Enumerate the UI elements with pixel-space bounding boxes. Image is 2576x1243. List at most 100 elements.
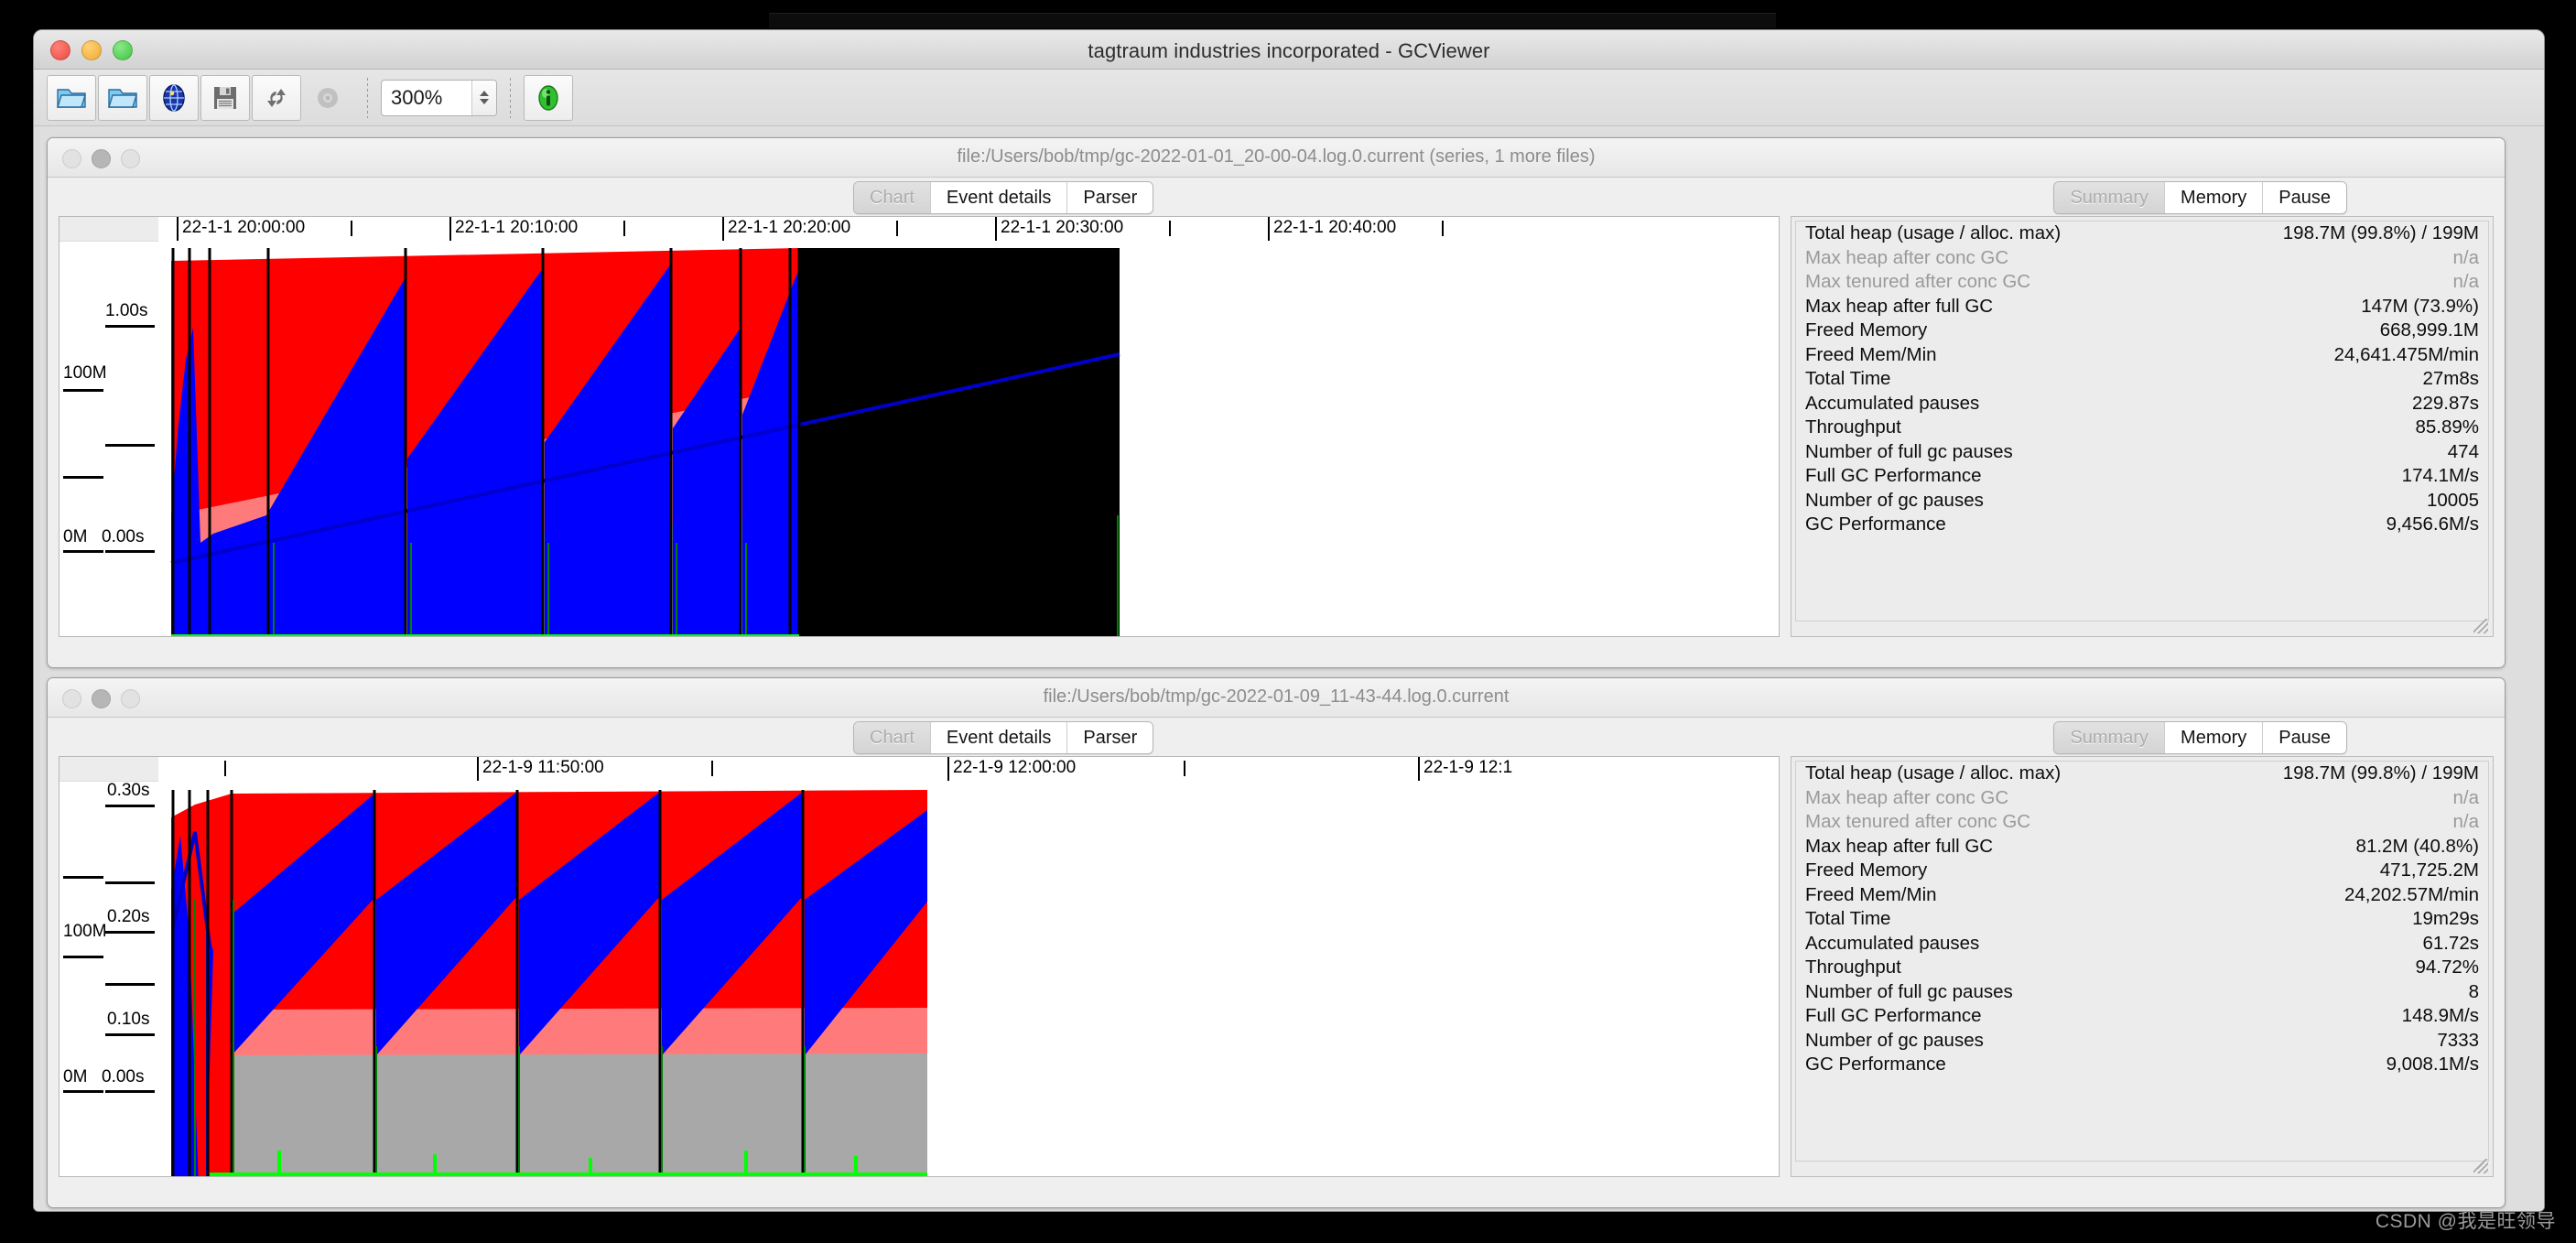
- y-label-100m: 100M: [63, 922, 107, 941]
- summary-row: Total heap (usage / alloc. max) 198.7M (9…: [1796, 762, 2488, 786]
- panel-2-titlebar: file:/Users/bob/tmp/gc-2022-01-09_11-43-…: [48, 678, 2505, 718]
- resize-grip[interactable]: [2473, 619, 2488, 633]
- summary-key: Freed Memory: [1805, 859, 1928, 881]
- mdi-desktop: file:/Users/bob/tmp/gc-2022-01-01_20-00-…: [34, 126, 2544, 1211]
- x-label: 22-1-1 20:00:00: [182, 218, 306, 237]
- tab-parser[interactable]: Parser: [1067, 722, 1153, 753]
- y-tick: [63, 389, 103, 392]
- y-tick: [105, 325, 155, 328]
- summary-key: Full GC Performance: [1805, 1005, 1982, 1026]
- summary-key: Throughput: [1805, 957, 1901, 978]
- summary-key: GC Performance: [1805, 513, 1946, 535]
- panel-1-summary[interactable]: Total heap (usage / alloc. max) 198.7M (9…: [1791, 216, 2494, 637]
- tab-memory[interactable]: Memory: [2165, 722, 2264, 753]
- summary-row: Total Time 27m8s: [1796, 367, 2488, 392]
- open-file-button[interactable]: [47, 74, 96, 121]
- panel-2-chart[interactable]: 100M 0M 0.30s 0.20s 0.10s 0.00s 22-1-9 1…: [59, 756, 1780, 1177]
- panel-2-info-tabs: Summary Memory Pause: [2053, 721, 2347, 754]
- tab-event-details[interactable]: Event details: [930, 722, 1068, 753]
- summary-value: 27m8s: [2422, 368, 2479, 389]
- panel-1-info-tabs: Summary Memory Pause: [2053, 181, 2347, 214]
- summary-row: Freed Mem/Min 24,202.57M/min: [1796, 883, 2488, 908]
- summary-row: Number of gc pauses 7333: [1796, 1029, 2488, 1054]
- y-label-100m: 100M: [63, 363, 107, 383]
- panel-2-y-axis: 100M 0M 0.30s 0.20s 0.10s 0.00s: [60, 757, 158, 1176]
- summary-value: 7333: [2437, 1029, 2479, 1051]
- summary-row: Number of gc pauses 10005: [1796, 489, 2488, 513]
- zoom-combo[interactable]: 300%: [381, 79, 497, 116]
- refresh-button[interactable]: [252, 74, 301, 121]
- summary-key: Freed Mem/Min: [1805, 343, 1937, 365]
- summary-row: Max heap after conc GC n/a: [1796, 246, 2488, 271]
- info-icon: [538, 84, 558, 111]
- panel-1-chart[interactable]: 100M 0M 1.00s 0.00s 22-1-1 20:00:00 22-1…: [59, 216, 1780, 637]
- x-tick: [1418, 757, 1420, 781]
- tab-chart[interactable]: Chart: [854, 182, 931, 213]
- summary-value: 24,202.57M/min: [2343, 883, 2479, 905]
- summary-value: 471,725.2M: [2379, 859, 2479, 881]
- x-minor-tick: [224, 761, 226, 776]
- resize-grip[interactable]: [2473, 1159, 2488, 1173]
- background-window: [769, 13, 1776, 28]
- summary-row: GC Performance 9,008.1M/s: [1796, 1053, 2488, 1077]
- panel-2-plot-area: [158, 781, 1779, 1176]
- x-minor-tick: [1184, 761, 1185, 776]
- y-label-0m: 0M: [63, 1067, 88, 1086]
- zoom-value[interactable]: 300%: [382, 86, 471, 110]
- tab-chart[interactable]: Chart: [854, 722, 931, 753]
- chevron-up-icon[interactable]: [480, 91, 489, 96]
- toolbar-separator: [367, 77, 368, 118]
- summary-key: Freed Mem/Min: [1805, 883, 1937, 905]
- summary-key: Total heap (usage / alloc. max): [1805, 222, 2062, 243]
- summary-row: GC Performance 9,456.6M/s: [1796, 513, 2488, 537]
- x-label: 22-1-9 12:1: [1423, 758, 1513, 777]
- tab-event-details[interactable]: Event details: [930, 182, 1068, 213]
- x-tick: [995, 217, 997, 241]
- desktop-background: tagtraum industries incorporated - GCVie…: [0, 0, 2576, 1243]
- panel-1-titlebar: file:/Users/bob/tmp/gc-2022-01-01_20-00-…: [48, 138, 2505, 178]
- about-button[interactable]: [524, 74, 573, 121]
- zoom-stepper[interactable]: [471, 80, 496, 115]
- open-url-button[interactable]: [149, 74, 199, 121]
- panel-1-body: 100M 0M 1.00s 0.00s 22-1-1 20:00:00 22-1…: [48, 216, 2505, 646]
- summary-key: Number of gc pauses: [1805, 489, 1984, 511]
- tab-summary[interactable]: Summary: [2054, 182, 2166, 213]
- x-tick: [449, 217, 451, 241]
- summary-value: 24,641.475M/min: [2333, 343, 2479, 365]
- x-tick: [947, 757, 949, 781]
- tab-summary[interactable]: Summary: [2054, 722, 2166, 753]
- tab-parser[interactable]: Parser: [1067, 182, 1153, 213]
- heap-usage-chart-2: [158, 781, 1779, 1176]
- tab-memory[interactable]: Memory: [2165, 182, 2264, 213]
- summary-key: Throughput: [1805, 416, 1901, 438]
- y-tick: [105, 983, 155, 986]
- gc-log-panel-1: file:/Users/bob/tmp/gc-2022-01-01_20-00-…: [47, 137, 2506, 668]
- x-tick: [722, 217, 724, 241]
- y-label-1s: 1.00s: [105, 301, 148, 320]
- export-button[interactable]: [200, 74, 250, 121]
- summary-value: 81.2M (40.8%): [2355, 835, 2479, 857]
- summary-key: Number of full gc pauses: [1805, 440, 2013, 462]
- y-label-0s: 0.00s: [102, 527, 145, 546]
- open-series-button[interactable]: [98, 74, 147, 121]
- panel-2-title: file:/Users/bob/tmp/gc-2022-01-09_11-43-…: [1043, 686, 1510, 707]
- tab-pause[interactable]: Pause: [2263, 182, 2346, 213]
- summary-row: Accumulated pauses 229.87s: [1796, 392, 2488, 416]
- summary-key: Accumulated pauses: [1805, 392, 1980, 414]
- tab-pause[interactable]: Pause: [2263, 722, 2346, 753]
- y-label-020s: 0.20s: [107, 907, 150, 926]
- panel-2-summary[interactable]: Total heap (usage / alloc. max) 198.7M (9…: [1791, 756, 2494, 1177]
- x-label: 22-1-1 20:30:00: [1001, 218, 1124, 237]
- panel-2-tabrow: Chart Event details Parser Summary Memor…: [48, 718, 2505, 756]
- summary-key: Max heap after full GC: [1805, 295, 1994, 317]
- y-tick: [105, 1033, 155, 1036]
- x-minor-tick: [351, 221, 352, 236]
- panel-1-plot-area: [158, 241, 1779, 636]
- floppy-save-icon: [214, 86, 236, 109]
- watermark: CSDN @我是旺领导: [2375, 1211, 2556, 1232]
- y-tick: [63, 550, 103, 553]
- chevron-down-icon[interactable]: [480, 99, 489, 104]
- window-titlebar: tagtraum industries incorporated - GCVie…: [34, 30, 2544, 70]
- y-tick: [105, 1090, 155, 1093]
- summary-row: Full GC Performance 148.9M/s: [1796, 1004, 2488, 1029]
